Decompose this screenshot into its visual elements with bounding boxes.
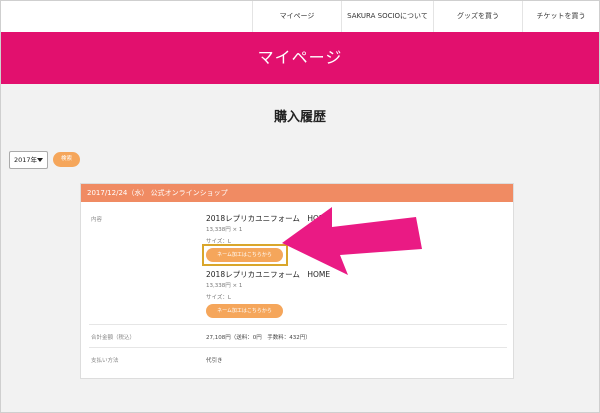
nav-item-mypage[interactable]: マイページ: [252, 1, 341, 32]
search-button[interactable]: 検索: [53, 152, 80, 167]
payment-label: 支払い方法: [91, 358, 119, 364]
total-value: 27,108円（送料：0円 手数料：432円）: [206, 335, 311, 341]
item-size: サイズ：L: [206, 295, 231, 301]
divider: [89, 324, 507, 325]
nav-item-goods[interactable]: グッズを買う: [433, 1, 522, 32]
payment-value: 代引き: [206, 358, 223, 364]
hero-title: マイページ: [257, 48, 343, 67]
content-label: 内容: [91, 217, 103, 223]
year-select[interactable]: 2017年: [9, 151, 48, 169]
divider: [89, 347, 507, 348]
total-label: 合計金額（税込）: [91, 335, 136, 341]
order-header: 2017/12/24（水） 公式オンラインショップ: [81, 184, 513, 202]
item-price: 13,338円 × 1: [206, 227, 243, 233]
hero-banner: マイページ: [1, 32, 599, 84]
name-print-button[interactable]: ネーム加工はこちらから: [206, 304, 283, 318]
year-select-value: 2017年: [14, 156, 38, 164]
chevron-down-icon: [37, 158, 43, 162]
page-title: 購入履歴: [273, 110, 326, 125]
arrow-shape: [282, 207, 422, 275]
name-print-button[interactable]: ネーム加工はこちらから: [206, 248, 283, 262]
top-navigation: マイページ SAKURA SOCIOについて グッズを買う チケットを買う: [1, 1, 599, 32]
nav-item-about[interactable]: SAKURA SOCIOについて: [341, 1, 433, 32]
nav-item-tickets[interactable]: チケットを買う: [522, 1, 599, 32]
item-price: 13,338円 × 1: [206, 283, 243, 289]
pointer-arrow-icon: [282, 207, 422, 275]
